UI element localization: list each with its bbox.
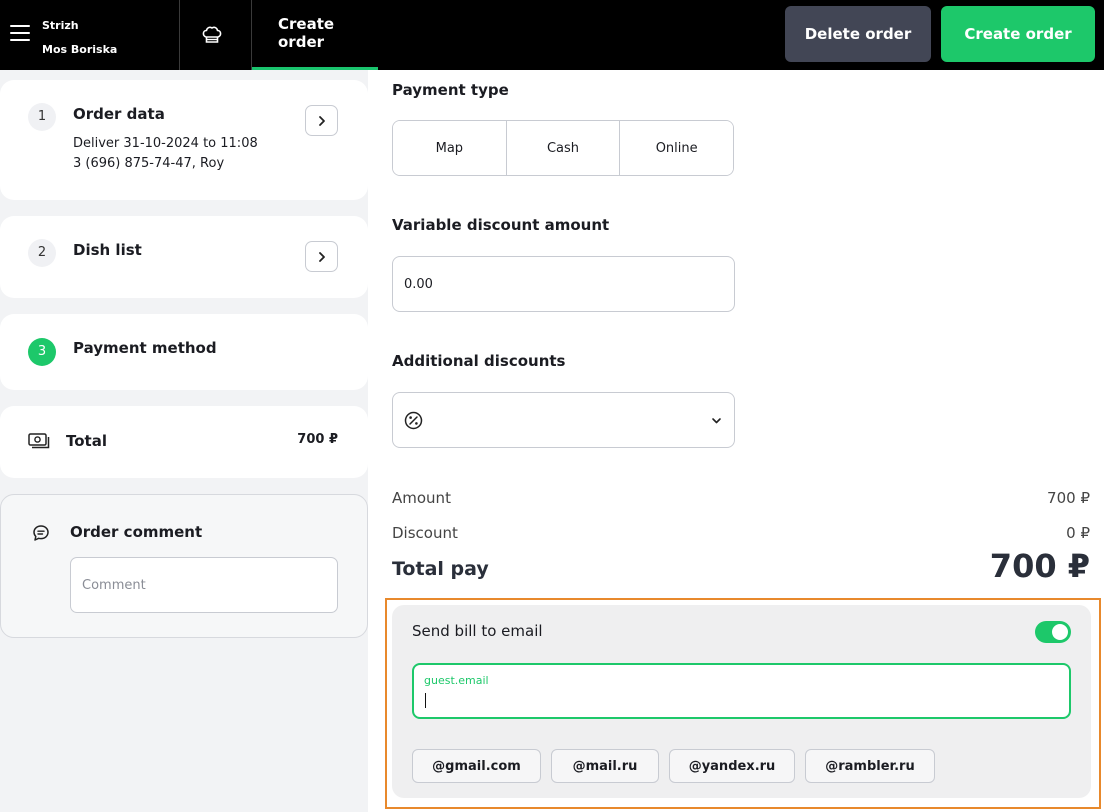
chevron-down-icon	[712, 418, 721, 424]
delete-order-button[interactable]: Delete order	[785, 6, 931, 62]
send-bill-toggle[interactable]	[1035, 621, 1071, 643]
hamburger-menu-icon[interactable]	[10, 25, 30, 41]
step-number: 2	[28, 239, 56, 267]
delivery-time: Deliver 31-10-2024 to 11:08	[73, 136, 258, 151]
step-card-dish-list[interactable]: 2 Dish list	[0, 216, 368, 298]
send-bill-label: Send bill to email	[412, 622, 543, 640]
top-bar: Strizh Mos Boriska Create order Delete o…	[0, 0, 1104, 70]
email-domain-mail[interactable]: @mail.ru	[551, 749, 659, 783]
discount-value: 0 ₽	[1066, 524, 1090, 542]
step-number: 1	[28, 103, 56, 131]
comment-input[interactable]	[70, 557, 338, 613]
send-bill-email-section: Send bill to email guest.email @gmail.co…	[392, 605, 1091, 798]
tab-create-order[interactable]: Create order	[252, 0, 378, 70]
store-address: Mos Boriska	[42, 43, 118, 56]
additional-discounts-label: Additional discounts	[392, 352, 566, 370]
create-order-button[interactable]: Create order	[941, 6, 1095, 62]
email-domain-rambler[interactable]: @rambler.ru	[805, 749, 935, 783]
expand-order-data-button[interactable]	[305, 105, 338, 136]
chef-hat-icon[interactable]	[200, 22, 224, 46]
order-comment-title: Order comment	[70, 523, 203, 541]
toggle-knob	[1052, 624, 1068, 640]
payment-type-label: Payment type	[392, 81, 509, 99]
percent-badge-icon	[404, 411, 423, 430]
order-comment-card: Order comment	[0, 494, 368, 638]
total-pay-value: 700 ₽	[989, 547, 1090, 585]
step-title: Order data	[73, 105, 165, 123]
variable-discount-input[interactable]	[392, 256, 735, 312]
guest-email-input[interactable]: guest.email	[412, 663, 1071, 719]
step-card-order-data[interactable]: 1 Order data Deliver 31-10-2024 to 11:08…	[0, 80, 368, 200]
additional-discounts-select[interactable]	[392, 392, 735, 448]
customer-contact: 3 (696) 875-74-47, Roy	[73, 156, 225, 171]
banknote-icon	[28, 433, 50, 449]
active-tab-indicator	[252, 67, 378, 70]
payment-type-online[interactable]: Online	[620, 121, 733, 175]
variable-discount-label: Variable discount amount	[392, 216, 610, 234]
chat-bubble-icon	[33, 525, 49, 541]
guest-email-field-label: guest.email	[424, 674, 489, 687]
total-pay-label: Total pay	[392, 558, 489, 580]
store-info: Strizh Mos Boriska	[42, 14, 117, 62]
expand-dish-list-button[interactable]	[305, 241, 338, 272]
tab-create-order-label: Create order	[278, 15, 335, 51]
total-label: Total	[66, 432, 107, 450]
step-title: Dish list	[73, 241, 142, 259]
amount-label: Amount	[392, 489, 451, 507]
payment-type-cash[interactable]: Cash	[506, 121, 621, 175]
total-value: 700 ₽	[297, 432, 338, 447]
discount-label: Discount	[392, 524, 458, 542]
step-card-payment-method[interactable]: 3 Payment method	[0, 314, 368, 390]
email-domain-gmail[interactable]: @gmail.com	[412, 749, 541, 783]
amount-value: 700 ₽	[1047, 489, 1090, 507]
step-title: Payment method	[73, 339, 217, 357]
payment-type-selector: Map Cash Online	[392, 120, 734, 176]
email-domain-yandex[interactable]: @yandex.ru	[669, 749, 795, 783]
payment-type-map[interactable]: Map	[393, 121, 507, 175]
store-name: Strizh	[42, 19, 79, 32]
chevron-right-icon	[318, 115, 325, 126]
chevron-right-icon	[318, 251, 325, 262]
text-caret	[425, 693, 426, 708]
header-divider	[179, 0, 180, 70]
total-card: Total 700 ₽	[0, 406, 368, 478]
step-number-active: 3	[28, 338, 56, 366]
